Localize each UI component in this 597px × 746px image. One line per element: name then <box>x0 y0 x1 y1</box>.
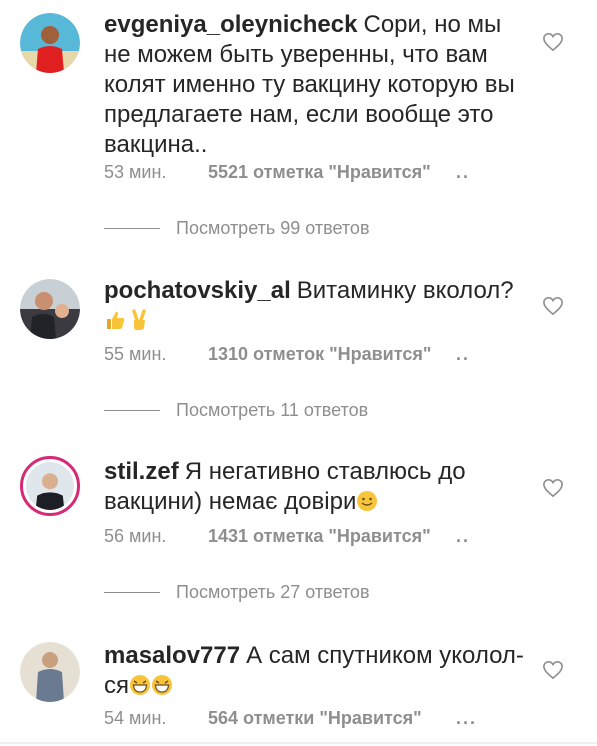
grinning-face-icon <box>129 674 151 696</box>
likes-count[interactable]: 1431 отметка "Нравится" <box>208 526 431 547</box>
comment-body: evgeniya_oleynicheck Сори, но мы не можем… <box>104 10 524 160</box>
comment-username[interactable]: evgeniya_oleynicheck <box>104 11 357 38</box>
avatar[interactable] <box>20 456 80 516</box>
avatar[interactable] <box>20 13 80 73</box>
comment-body: masalov777 А сам спутником уколол­ся <box>104 641 524 701</box>
comment-body: pochatovskiy_al Витаминку вколол? <box>104 276 524 336</box>
comment-username[interactable]: masalov777 <box>104 642 240 669</box>
comment-username[interactable]: stil.zef <box>104 458 179 485</box>
comment-meta: 53 мин. 5521 отметка "Нравится".. <box>104 162 468 183</box>
view-replies-label: Посмотреть 11 ответов <box>176 400 369 420</box>
comment-text: Витаминку вколол? <box>296 277 514 304</box>
likes-count[interactable]: 1310 отметок "Нравится" <box>208 344 431 365</box>
victory-hand-icon <box>128 309 150 331</box>
comment-username[interactable]: pochatovskiy_al <box>104 277 291 304</box>
avatar[interactable] <box>20 642 80 702</box>
more-options-button[interactable]: ... <box>456 708 477 729</box>
view-replies-button[interactable]: Посмотреть 11 ответов <box>104 400 368 421</box>
divider <box>104 592 160 593</box>
more-options-button[interactable]: .. <box>456 162 470 183</box>
view-replies-label: Посмотреть 27 ответов <box>176 582 370 602</box>
heart-outline-icon[interactable] <box>542 660 564 680</box>
comment-time: 56 мин. <box>104 526 167 546</box>
divider <box>104 228 160 229</box>
likes-count[interactable]: 564 отметки "Нравится" <box>208 708 422 729</box>
thumbs-up-icon <box>104 309 126 331</box>
more-options-button[interactable]: .. <box>456 526 470 547</box>
view-replies-button[interactable]: Посмотреть 99 ответов <box>104 218 370 239</box>
comment-time: 55 мин. <box>104 344 167 364</box>
grinning-face-icon <box>151 674 173 696</box>
smiling-face-icon <box>356 490 378 512</box>
comment-time: 54 мин. <box>104 708 167 728</box>
view-replies-button[interactable]: Посмотреть 27 ответов <box>104 582 370 603</box>
likes-count[interactable]: 5521 отметка "Нравится" <box>208 162 431 183</box>
comment-body: stil.zef Я негативно ставлюсь до вакцини)… <box>104 457 524 517</box>
comment-meta: 56 мин. 1431 отметка "Нравится".. <box>104 526 468 547</box>
comment-time: 53 мин. <box>104 162 167 182</box>
view-replies-label: Посмотреть 99 ответов <box>176 218 370 238</box>
heart-outline-icon[interactable] <box>542 296 564 316</box>
more-options-button[interactable]: .. <box>456 344 470 365</box>
avatar[interactable] <box>20 279 80 339</box>
comment-meta: 54 мин. 564 отметки "Нравится"... <box>104 708 475 729</box>
heart-outline-icon[interactable] <box>542 478 564 498</box>
divider <box>0 742 597 744</box>
heart-outline-icon[interactable] <box>542 32 564 52</box>
comment-meta: 55 мин. 1310 отметок "Нравится".. <box>104 344 468 365</box>
divider <box>104 410 160 411</box>
